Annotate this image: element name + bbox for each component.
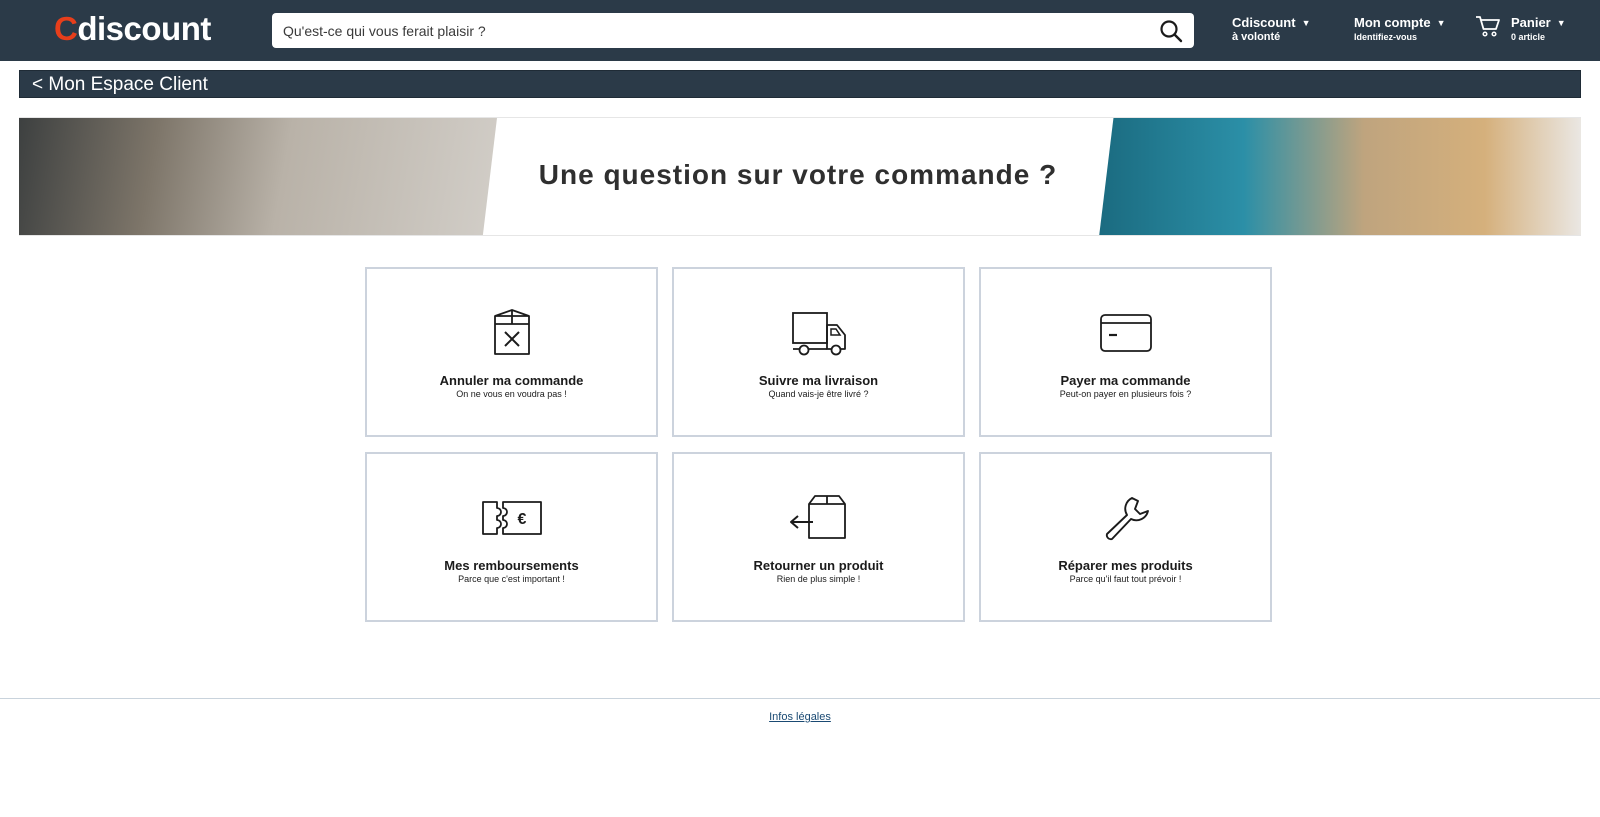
card-subtitle: Parce que c'est important !	[458, 574, 565, 584]
banner-photo-couple	[19, 118, 497, 235]
credit-card-icon	[1099, 314, 1152, 352]
chevron-down-icon: ▼	[1301, 18, 1311, 28]
truck-icon	[791, 312, 846, 356]
footer-divider	[0, 698, 1600, 699]
top-header: Cdiscount Cdiscount ▼ à volonté Mon compt…	[0, 0, 1600, 61]
card-subtitle: Parce qu'il faut tout prévoir !	[1069, 574, 1182, 584]
wrench-icon	[1105, 497, 1149, 541]
cart-menu[interactable]: Panier ▼ 0 article	[1511, 15, 1566, 44]
cart-label: Panier	[1511, 15, 1551, 30]
card-subtitle: Peut-on payer en plusieurs fois ?	[1059, 389, 1192, 399]
banner-title: Une question sur votre commande ?	[538, 159, 1058, 190]
cart-icon[interactable]	[1475, 14, 1501, 38]
card-track-delivery[interactable]: Suivre ma livraison Quand vais-je être l…	[672, 267, 965, 437]
footer: Infos légales	[0, 711, 1600, 723]
menu1-sublabel: à volonté	[1232, 31, 1281, 43]
card-refunds[interactable]: € Mes remboursements Parce que c'est imp…	[365, 452, 658, 622]
menu1-label: Cdiscount	[1232, 15, 1296, 30]
card-subtitle: On ne vous en voudra pas !	[456, 389, 567, 399]
hero-banner: Une question sur votre commande ?	[19, 117, 1581, 236]
cart-count: 0 article	[1511, 32, 1546, 42]
card-cancel-order[interactable]: Annuler ma commande On ne vous en voudra…	[365, 267, 658, 437]
return-box-icon	[789, 495, 846, 539]
card-pay-order[interactable]: Payer ma commande Peut-on payer en plusi…	[979, 267, 1272, 437]
search-bar	[272, 13, 1194, 48]
chevron-down-icon: ▼	[1556, 18, 1566, 28]
svg-text:€: €	[517, 511, 526, 528]
card-title: Retourner un produit	[753, 558, 884, 573]
card-title: Payer ma commande	[1060, 373, 1191, 388]
euro-ticket-icon: €	[481, 501, 542, 535]
card-title: Mes remboursements	[444, 558, 579, 573]
logo-text: discount	[77, 10, 211, 47]
account-sublabel: Identifiez-vous	[1354, 32, 1418, 42]
banner-photo-delivery	[1099, 118, 1581, 235]
search-icon[interactable]	[1158, 18, 1184, 44]
cdiscount-a-volonte-menu[interactable]: Cdiscount ▼ à volonté	[1232, 15, 1310, 44]
cancel-box-icon	[493, 309, 530, 355]
search-input[interactable]	[272, 13, 1132, 48]
card-subtitle: Quand vais-je être livré ?	[768, 389, 869, 399]
card-subtitle: Rien de plus simple !	[776, 574, 861, 584]
account-label: Mon compte	[1354, 15, 1431, 30]
cdiscount-logo[interactable]: Cdiscount	[54, 10, 211, 48]
card-repair-products[interactable]: Réparer mes produits Parce qu'il faut to…	[979, 452, 1272, 622]
back-to-customer-space[interactable]: < Mon Espace Client	[19, 70, 1581, 98]
account-menu[interactable]: Mon compte ▼ Identifiez-vous	[1354, 15, 1445, 44]
card-return-product[interactable]: Retourner un produit Rien de plus simple…	[672, 452, 965, 622]
card-title: Réparer mes produits	[1058, 558, 1193, 573]
logo-c: C	[54, 10, 78, 47]
card-title: Suivre ma livraison	[758, 373, 879, 388]
card-title: Annuler ma commande	[439, 373, 584, 388]
chevron-down-icon: ▼	[1436, 18, 1446, 28]
breadcrumb-label: < Mon Espace Client	[32, 74, 208, 95]
legal-info-link[interactable]: Infos légales	[769, 711, 831, 723]
